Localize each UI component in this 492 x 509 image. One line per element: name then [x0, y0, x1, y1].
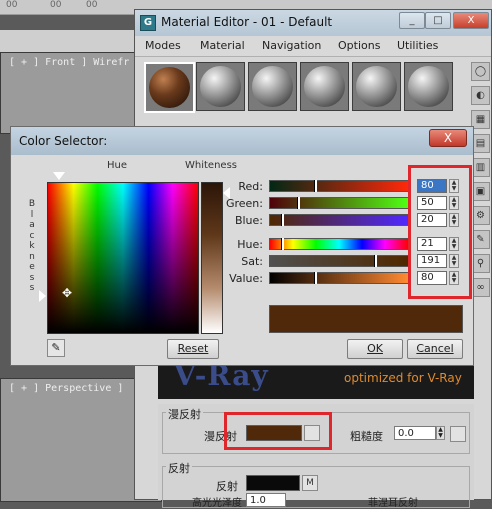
- material-sphere: [408, 66, 449, 107]
- slider-marker[interactable]: [374, 255, 377, 267]
- viewport-label[interactable]: [ + ] Perspective ]: [9, 383, 123, 394]
- minimize-button[interactable]: _: [399, 12, 425, 29]
- reflect-label: 反射: [216, 480, 238, 493]
- material-sphere: [200, 66, 241, 107]
- blackness-pointer-icon[interactable]: [39, 290, 46, 302]
- reflect-color-swatch[interactable]: [246, 475, 300, 491]
- saturation-slider[interactable]: [269, 255, 409, 267]
- close-button[interactable]: X: [429, 129, 467, 147]
- sample-slot[interactable]: [404, 62, 453, 111]
- color-selector-dialog: Color Selector: X Hue Whiteness Blacknes…: [10, 126, 474, 366]
- sample-slots: [144, 62, 464, 116]
- roughness-label: 粗糙度: [350, 430, 383, 443]
- sample-type-icon[interactable]: ◯: [471, 62, 490, 81]
- color-selector-titlebar: Color Selector: X: [11, 127, 473, 155]
- slider-marker[interactable]: [314, 272, 317, 284]
- material-sphere: [252, 66, 293, 107]
- backlight-icon[interactable]: ◐: [471, 86, 490, 105]
- viewport-label[interactable]: [ + ] Front ] Wirefr: [9, 57, 129, 68]
- hue-pointer-icon[interactable]: [53, 172, 65, 180]
- roughness-map-button[interactable]: [450, 426, 466, 442]
- color-selector-title: Color Selector:: [19, 134, 108, 148]
- roughness-input[interactable]: 0.0: [394, 426, 436, 440]
- slider-marker[interactable]: [281, 214, 284, 226]
- whiteness-label: Whiteness: [185, 160, 237, 171]
- slider-label-value: Value:: [229, 272, 263, 285]
- hue-blackness-picker[interactable]: ✥: [47, 182, 199, 334]
- blackness-label: Blackness: [28, 199, 36, 293]
- highlight-glossiness-input[interactable]: 1.0: [246, 493, 286, 507]
- viewport-front[interactable]: [ + ] Front ] Wirefr: [0, 52, 136, 134]
- material-sphere: [304, 66, 345, 107]
- roughness-spinner[interactable]: ▲ ▼: [436, 426, 445, 440]
- slider-label-sat: Sat:: [241, 255, 263, 268]
- material-sphere: [356, 66, 397, 107]
- maximize-button[interactable]: □: [425, 12, 451, 29]
- slider-marker[interactable]: [281, 238, 284, 250]
- sample-slot[interactable]: [196, 62, 245, 111]
- diffuse-highlight-box: [224, 412, 332, 450]
- hue-slider[interactable]: [269, 238, 409, 250]
- values-highlight-box: [408, 165, 472, 299]
- crosshair-icon: ✥: [62, 286, 73, 300]
- ok-button[interactable]: OK: [347, 339, 403, 359]
- slider-label-hue: Hue:: [237, 238, 263, 251]
- max-logo-icon: G: [140, 15, 156, 31]
- color-preview-swatch: [269, 305, 463, 333]
- toolbar-text: 00: [50, 0, 62, 10]
- green-slider[interactable]: [269, 197, 409, 209]
- highlight-glossiness-label: 高光光泽度: [192, 498, 242, 509]
- material-editor-title: Material Editor - 01 - Default: [161, 15, 333, 29]
- menu-options[interactable]: Options: [338, 39, 380, 52]
- toolbar-text: 00: [86, 0, 98, 10]
- reset-button[interactable]: Reset: [167, 339, 219, 359]
- sample-slot[interactable]: [300, 62, 349, 111]
- toolbar-text: 00: [6, 0, 18, 10]
- sample-slot[interactable]: [248, 62, 297, 111]
- diffuse-group-label: 漫反射: [166, 406, 203, 422]
- menu-utilities[interactable]: Utilities: [397, 39, 438, 52]
- slider-label-green: Green:: [225, 197, 263, 210]
- sample-slot[interactable]: [144, 62, 195, 113]
- value-slider[interactable]: [269, 272, 409, 284]
- slider-marker[interactable]: [314, 180, 317, 192]
- hue-label: Hue: [107, 160, 128, 171]
- material-editor-menubar: Modes Material Navigation Options Utilit…: [135, 36, 491, 57]
- menu-modes[interactable]: Modes: [145, 39, 181, 52]
- sample-slot[interactable]: [352, 62, 401, 111]
- cancel-button[interactable]: Cancel: [407, 339, 463, 359]
- vray-slogan: optimized for V-Ray: [344, 371, 462, 385]
- slider-marker[interactable]: [297, 197, 300, 209]
- viewport-divider: [0, 30, 140, 53]
- close-button[interactable]: X: [453, 12, 489, 29]
- reflect-group-label: 反射: [166, 460, 192, 476]
- slider-label-blue: Blue:: [234, 214, 263, 227]
- reflect-map-button[interactable]: M: [302, 475, 318, 491]
- slider-label-red: Red:: [238, 180, 263, 193]
- menu-material[interactable]: Material: [200, 39, 245, 52]
- material-editor-titlebar: G Material Editor - 01 - Default _ □ X: [135, 10, 491, 36]
- fresnel-label: 菲涅耳反射: [368, 498, 418, 509]
- red-slider[interactable]: [269, 180, 409, 192]
- eyedropper-icon[interactable]: ✎: [47, 339, 65, 357]
- material-sphere: [149, 67, 190, 108]
- blue-slider[interactable]: [269, 214, 409, 226]
- menu-navigation[interactable]: Navigation: [262, 39, 321, 52]
